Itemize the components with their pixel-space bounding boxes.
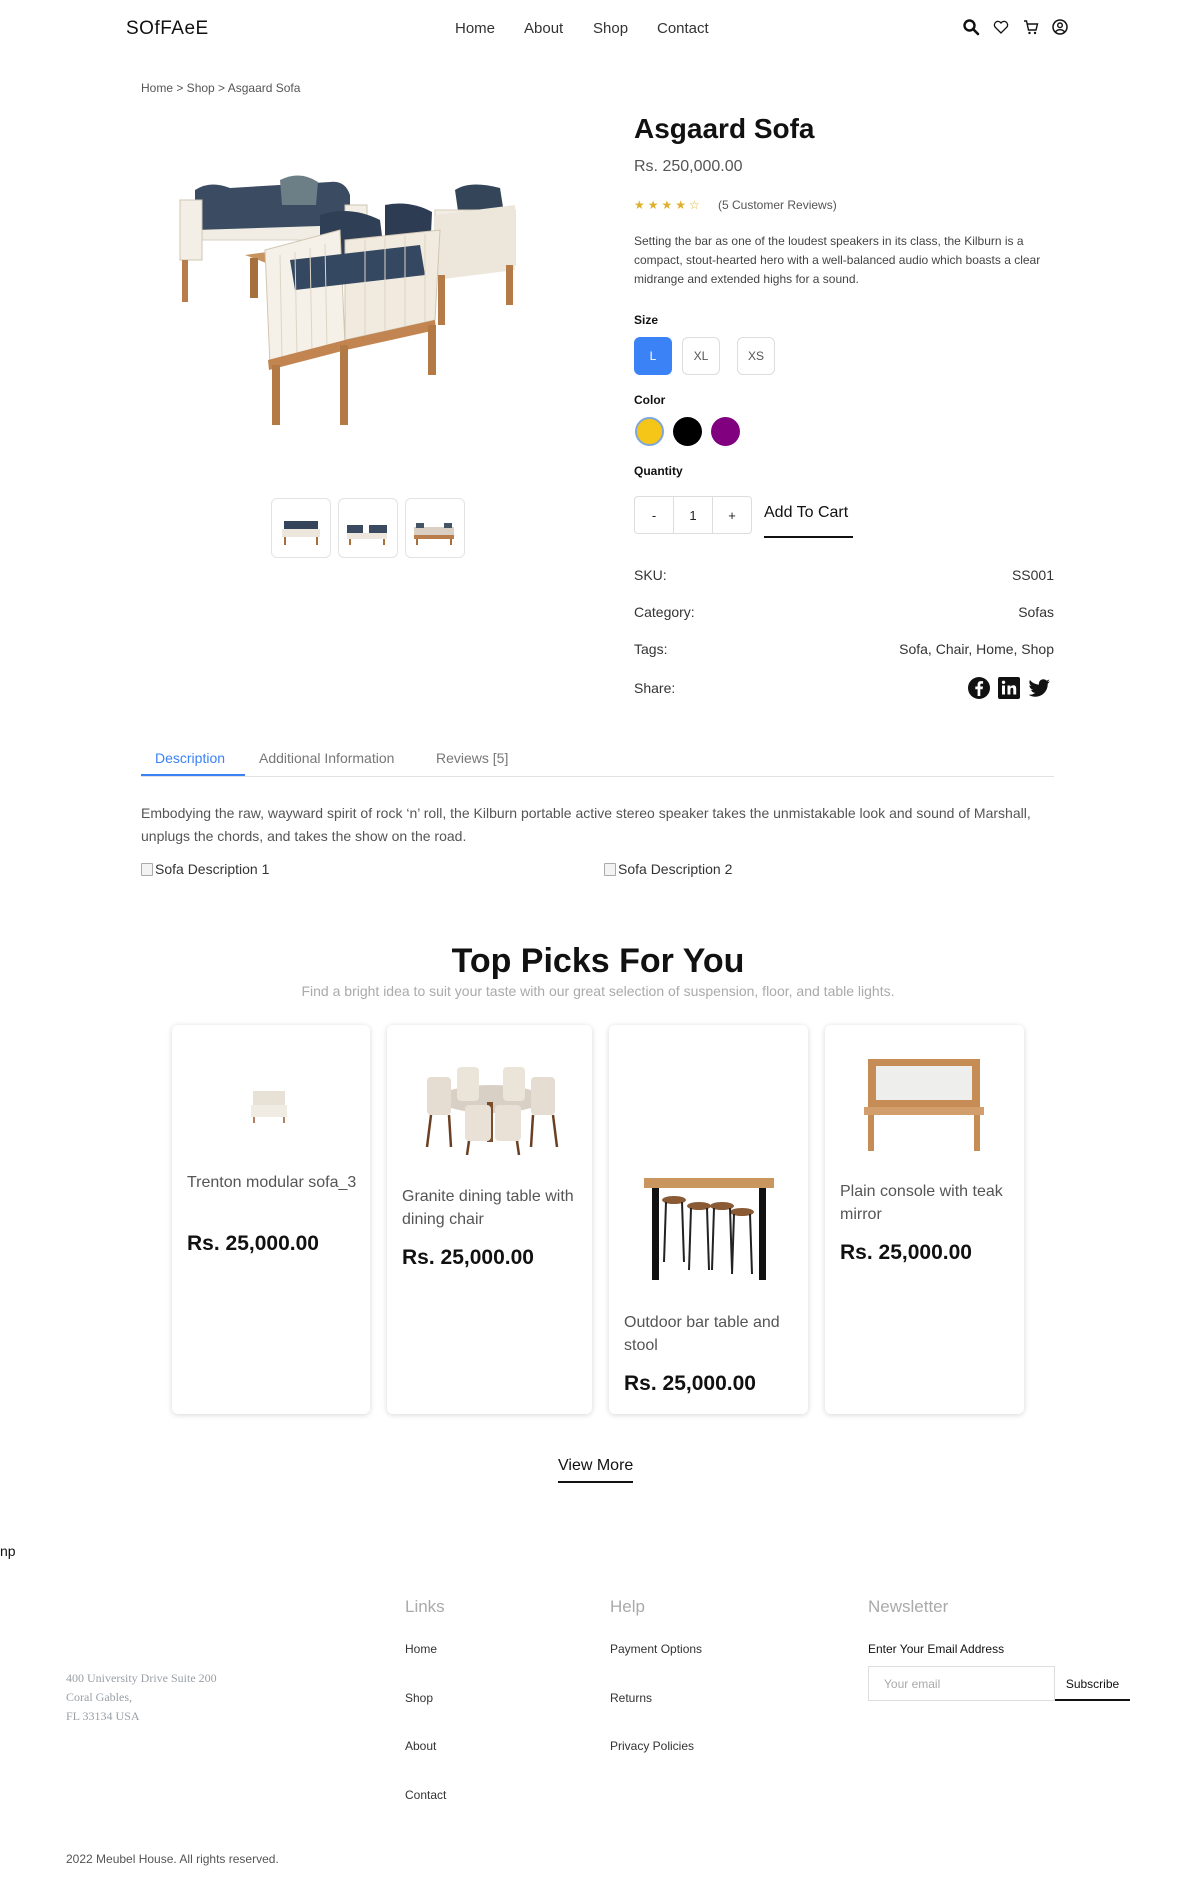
product-card[interactable]: Granite dining table with dining chair R…: [387, 1025, 592, 1414]
tab-description[interactable]: Description: [155, 750, 225, 766]
share-label: Share:: [634, 680, 676, 696]
nav-contact[interactable]: Contact: [657, 20, 709, 37]
product-title: Asgaard Sofa: [634, 113, 815, 144]
product-card-price: Rs. 25,000.00: [624, 1372, 756, 1395]
product-card[interactable]: Outdoor bar table and stool Rs. 25,000.0…: [609, 1025, 808, 1414]
view-more-link[interactable]: View More: [558, 1457, 634, 1483]
product-price: Rs. 250,000.00: [634, 158, 743, 175]
top-picks-title: Top Picks For You: [451, 942, 745, 980]
tags-label: Tags:: [634, 641, 668, 657]
address-line: 400 University Drive Suite 200: [66, 1671, 217, 1685]
thumbnail-image: [282, 521, 320, 545]
cart-icon[interactable]: [1022, 18, 1040, 36]
color-swatch-yellow[interactable]: [635, 417, 664, 446]
quantity-stepper: - 1 +: [634, 496, 752, 534]
product-card-name: Plain console with teak mirror: [840, 1183, 1003, 1223]
thumbnail-3[interactable]: [405, 498, 465, 558]
customer-reviews-link[interactable]: (5 Customer Reviews): [718, 198, 837, 212]
product-card[interactable]: Plain console with teak mirror Rs. 25,00…: [825, 1025, 1024, 1414]
newsletter-label: Enter Your Email Address: [868, 1642, 1005, 1656]
product-card-image: [644, 1178, 774, 1280]
nav-about[interactable]: About: [524, 20, 563, 37]
add-to-cart-button[interactable]: Add To Cart: [764, 504, 853, 538]
tab-divider: [141, 776, 1054, 777]
image-alt-text: Sofa Description 1: [155, 861, 270, 877]
footer-link-privacy-policies[interactable]: Privacy Policies: [610, 1739, 694, 1753]
product-main-image: [179, 175, 516, 425]
thumbnail-image: [414, 523, 454, 545]
thumbnail-1[interactable]: [271, 498, 331, 558]
footer-address: 400 University Drive Suite 200 Coral Gab…: [66, 1669, 217, 1726]
description-image-1: Sofa Description 1: [141, 861, 269, 877]
active-tab-indicator: [141, 774, 245, 776]
product-card-price: Rs. 25,000.00: [187, 1232, 319, 1255]
nav-shop[interactable]: Shop: [593, 20, 628, 37]
product-description: Setting the bar as one of the loudest sp…: [634, 234, 1041, 286]
image-alt-text: Sofa Description 2: [618, 861, 733, 877]
footer-link-returns[interactable]: Returns: [610, 1691, 652, 1705]
size-option-xs[interactable]: XS: [737, 337, 775, 375]
tags-value: Sofa, Chair, Home, Shop: [899, 641, 1054, 657]
subscribe-button[interactable]: Subscribe: [1055, 1666, 1130, 1701]
footer-link-payment-options[interactable]: Payment Options: [610, 1642, 702, 1656]
size-label: Size: [634, 313, 659, 327]
size-option-l[interactable]: L: [634, 337, 672, 375]
stray-text: np: [0, 1543, 16, 1559]
footer-help-title: Help: [610, 1597, 645, 1616]
rating-stars: ★★★★☆: [634, 198, 703, 212]
footer-link-home[interactable]: Home: [405, 1642, 437, 1656]
footer-link-contact[interactable]: Contact: [405, 1788, 446, 1802]
facebook-icon[interactable]: [967, 676, 991, 700]
address-line: FL 33134 USA: [66, 1709, 140, 1723]
footer-link-about[interactable]: About: [405, 1739, 436, 1753]
product-card-name: Granite dining table with dining chair: [402, 1188, 574, 1228]
nav-home[interactable]: Home: [455, 20, 495, 37]
newsletter-email-input[interactable]: Your email: [868, 1666, 1055, 1701]
twitter-icon[interactable]: [1027, 676, 1051, 700]
qty-increase-button[interactable]: +: [712, 497, 751, 533]
top-picks-subtitle: Find a bright idea to suit your taste wi…: [301, 983, 895, 999]
broken-image-icon: [141, 862, 153, 876]
linkedin-icon[interactable]: [997, 676, 1021, 700]
color-label: Color: [634, 393, 666, 407]
color-swatch-black[interactable]: [673, 417, 702, 446]
broken-image-icon: [604, 862, 616, 876]
address-line: Coral Gables,: [66, 1690, 132, 1704]
category-value: Sofas: [1018, 604, 1054, 620]
copyright: 2022 Meubel House. All rights reserved.: [66, 1852, 279, 1866]
tab-description-text: Embodying the raw, wayward spirit of roc…: [141, 805, 1031, 844]
search-icon[interactable]: [962, 18, 980, 36]
site-logo[interactable]: SOfFAeE: [126, 18, 209, 40]
qty-value[interactable]: 1: [673, 497, 712, 533]
product-card-price: Rs. 25,000.00: [402, 1246, 534, 1269]
user-icon[interactable]: [1051, 18, 1069, 36]
footer-newsletter-title: Newsletter: [868, 1597, 949, 1616]
product-card-image: [425, 1067, 559, 1156]
category-label: Category:: [634, 604, 695, 620]
product-card-image: [864, 1059, 984, 1151]
sku-label: SKU:: [634, 567, 667, 583]
product-card[interactable]: Trenton modular sofa_3 Rs. 25,000.00: [172, 1025, 370, 1414]
size-option-xl[interactable]: XL: [682, 337, 720, 375]
quantity-label: Quantity: [634, 464, 683, 478]
qty-decrease-button[interactable]: -: [635, 497, 673, 533]
product-card-price: Rs. 25,000.00: [840, 1241, 972, 1264]
footer-links-title: Links: [405, 1597, 445, 1616]
description-image-2: Sofa Description 2: [604, 861, 732, 877]
color-swatch-purple[interactable]: [711, 417, 740, 446]
footer-link-shop[interactable]: Shop: [405, 1691, 433, 1705]
tab-additional-information[interactable]: Additional Information: [259, 750, 394, 766]
tab-reviews[interactable]: Reviews [5]: [436, 750, 508, 766]
product-card-name: Outdoor bar table and stool: [624, 1314, 780, 1354]
thumbnail-image: [347, 525, 387, 545]
sku-value: SS001: [1011, 567, 1054, 583]
thumbnail-2[interactable]: [338, 498, 398, 558]
product-card-image: [251, 1091, 287, 1123]
breadcrumb[interactable]: Home > Shop > Asgaard Sofa: [141, 81, 300, 95]
heart-icon[interactable]: [992, 18, 1010, 36]
product-card-name: Trenton modular sofa_3: [187, 1174, 357, 1191]
